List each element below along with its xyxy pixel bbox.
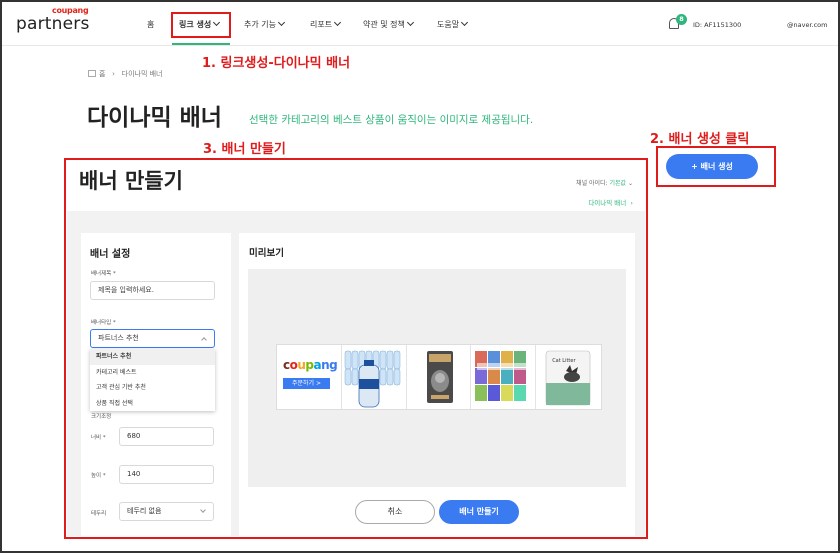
border-value: 테두리 없음 (127, 507, 162, 515)
nav-report[interactable]: 리포트 (310, 18, 342, 30)
annotation-box-link-create (171, 12, 231, 38)
chevron-down-icon (406, 18, 414, 27)
page-title: 다이나믹 배너 (87, 105, 222, 131)
product-cat-litter[interactable]: Cat Litter (536, 345, 601, 409)
height-input[interactable]: 140 (119, 465, 214, 484)
cancel-button[interactable]: 취소 (355, 500, 435, 524)
chevron-up-icon (201, 337, 207, 343)
make-banner-button[interactable]: 배너 만들기 (439, 500, 519, 524)
width-input[interactable]: 680 (119, 427, 214, 446)
product-books[interactable] (471, 345, 537, 409)
nav-help-label: 도움말 (437, 20, 460, 29)
banner-create-panel: 배너 만들기 채널 아이디: 기본값 ⌄ 다이나믹 배너 › 배너 설정 배너제… (67, 160, 645, 536)
water-bottles-image (344, 350, 401, 408)
breadcrumb-current: 다이나믹 배너 (121, 70, 163, 78)
banner-name-label: 배너제목 * (91, 271, 116, 277)
logo-partners-text: partners (16, 14, 90, 34)
page-description: 선택한 카테고리의 베스트 상품이 움직이는 이미지로 제공됩니다. (249, 114, 534, 126)
breadcrumb: 홈 › 다이나믹 배너 (88, 69, 163, 79)
top-header: coupang partners 홈 링크 생성 추가 기능 리포트 약관 및 … (0, 0, 840, 46)
nav-active-indicator (172, 43, 230, 45)
chevron-right-icon: › (626, 199, 633, 207)
dropdown-option[interactable]: 파트너스 추천 (90, 349, 215, 365)
annotation-step2: 2. 배너 생성 클릭 (650, 132, 750, 147)
dynamic-banner-link[interactable]: 다이나믹 배너 › (588, 197, 633, 207)
height-label: 높이 * (91, 473, 106, 479)
user-email[interactable]: @naver.com (787, 21, 827, 29)
nav-home[interactable]: 홈 (147, 19, 154, 30)
dropdown-option[interactable]: 고객 관심 기반 추천 (90, 380, 215, 396)
banner-type-select[interactable]: 파트너스 추천 (90, 329, 215, 348)
cat-litter-image (545, 350, 591, 406)
banner-type-dropdown: 파트너스 추천 카테고리 베스트 고객 관심 기반 추천 상품 직접 선택 (90, 349, 215, 411)
annotation-step3: 3. 배너 만들기 (203, 142, 286, 157)
banner-name-input[interactable]: 제목을 입력하세요. (90, 281, 215, 300)
dynamic-banner-link-label: 다이나믹 배너 (588, 199, 627, 207)
nav-report-label: 리포트 (310, 20, 333, 29)
home-icon[interactable] (88, 70, 96, 77)
chevron-down-icon (334, 18, 342, 27)
size-label: 크기조정 (91, 414, 112, 420)
create-banner-button[interactable]: + 배너 생성 (666, 154, 758, 179)
product-water-bottles[interactable] (342, 345, 407, 409)
chevron-down-icon: ⌄ (626, 180, 633, 187)
order-button[interactable]: 주문하기 > (283, 378, 330, 389)
nav-extra-features[interactable]: 추가 기능 (244, 18, 286, 30)
annotation-step1: 1. 링크생성-다이나믹 배너 (202, 56, 351, 71)
banner-type-label: 배너타입 * (91, 320, 116, 326)
preview-title: 미리보기 (249, 248, 284, 259)
notification-badge: 8 (676, 14, 687, 25)
preview-panel: 미리보기 coupang 주문하기 > Cat Litter (239, 233, 635, 536)
border-label: 테두리 (91, 511, 107, 517)
channel-label: 채널 아이디: (576, 180, 608, 187)
nav-terms-label: 약관 및 정책 (363, 20, 405, 29)
chevron-down-icon (200, 507, 206, 513)
panel-title: 배너 만들기 (79, 169, 183, 193)
product-dog-food[interactable] (407, 345, 472, 409)
nav-extra-features-label: 추가 기능 (244, 20, 276, 29)
nav-help[interactable]: 도움말 (437, 18, 469, 30)
chevron-down-icon (461, 18, 469, 27)
channel-value: 기본값 (609, 180, 627, 187)
width-label: 너비 * (91, 435, 106, 441)
coupang-logo-cell: coupang 주문하기 > (277, 345, 342, 409)
banner-type-value: 파트너스 추천 (98, 334, 139, 342)
breadcrumb-home[interactable]: 홈 (99, 70, 105, 78)
settings-title: 배너 설정 (90, 249, 131, 260)
nav-terms[interactable]: 약관 및 정책 (363, 18, 414, 30)
breadcrumb-separator: › (107, 70, 120, 78)
dropdown-option[interactable]: 상품 직접 선택 (90, 396, 215, 412)
books-image (475, 351, 528, 401)
channel-id[interactable]: 채널 아이디: 기본값 ⌄ (576, 178, 633, 187)
user-id: ID: AF1151300 (693, 21, 742, 29)
dropdown-option[interactable]: 카테고리 베스트 (90, 365, 215, 381)
cat-litter-label: Cat Litter (552, 358, 576, 364)
banner-preview[interactable]: coupang 주문하기 > Cat Litter (276, 344, 602, 410)
banner-settings: 배너 설정 배너제목 * 제목을 입력하세요. 배너타입 * 파트너스 추천 파… (81, 233, 231, 536)
dog-food-image (426, 351, 453, 403)
border-select[interactable]: 테두리 없음 (119, 502, 214, 521)
coupang-logo: coupang (283, 358, 338, 372)
chevron-down-icon (277, 18, 286, 27)
